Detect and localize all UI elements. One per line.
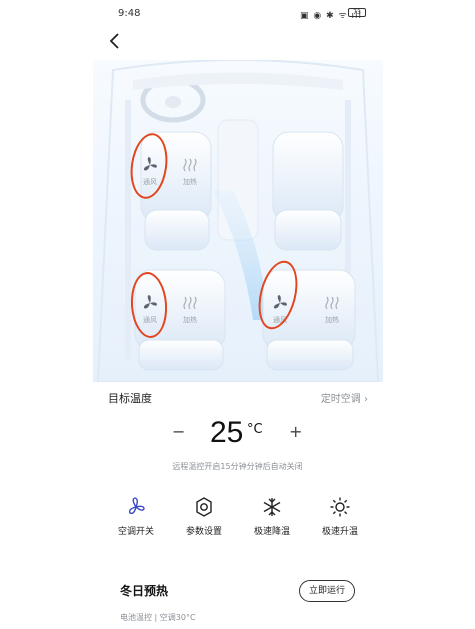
fan-icon: [143, 295, 157, 309]
rear-right-seat-controls: 通风 加热: [266, 293, 346, 325]
action-label: 极速升温: [321, 527, 358, 537]
action-label: 参数设置: [185, 527, 222, 537]
winter-preheat-subtitle: 电池温控 | 空调30°C: [120, 613, 196, 622]
sun-icon: [330, 497, 350, 517]
car-interior-view: 通风 加热 通风 加热 通风 加热: [93, 60, 383, 382]
front-left-seat-controls: 通风 加热: [136, 155, 204, 187]
heat-icon: [183, 296, 197, 310]
auto-off-hint: 远程温控开启15分钟分钟后自动关闭: [172, 462, 303, 471]
ventilation-label: 通风: [143, 316, 157, 324]
action-label: 极速降温: [253, 527, 290, 537]
fan-icon: [273, 295, 287, 309]
front-left-ventilation-button[interactable]: 通风: [136, 155, 164, 187]
scheduled-ac-link[interactable]: 定时空调 ›: [321, 390, 368, 405]
heating-label: 加热: [183, 316, 197, 324]
fan-icon: [128, 497, 145, 515]
ac-toggle-button[interactable]: 空调开关: [108, 496, 164, 544]
status-time: 9:48: [118, 8, 141, 19]
parameter-settings-button[interactable]: 参数设置: [176, 496, 232, 544]
rear-left-seat-controls: 通风 加热: [136, 293, 204, 325]
heating-label: 加热: [183, 178, 197, 186]
temperature-control: − 25 °C +: [160, 414, 310, 454]
car-interior-illustration: [96, 60, 380, 382]
rear-right-ventilation-button[interactable]: 通风: [266, 293, 294, 325]
settings-icon: [196, 497, 212, 517]
increase-temp-button[interactable]: +: [289, 422, 302, 441]
snowflake-icon: [263, 498, 281, 516]
temperature-value: 25: [210, 416, 244, 449]
ventilation-label: 通风: [143, 178, 157, 186]
target-temperature-label: 目标温度: [108, 392, 152, 405]
heat-icon: [183, 158, 197, 172]
heating-label: 加热: [325, 316, 339, 324]
rapid-heating-button[interactable]: 极速升温: [312, 496, 368, 544]
battery-icon: 73: [348, 8, 366, 17]
temperature-unit: °C: [247, 422, 263, 437]
quick-actions: 空调开关 参数设置 极速降温 极速升温: [108, 496, 368, 544]
status-bar: 9:48 ▣ ◉ ✱ ᯤ ıll 73: [0, 0, 475, 30]
back-button[interactable]: [108, 32, 128, 54]
rear-left-heating-button[interactable]: 加热: [176, 293, 204, 325]
decrease-temp-button[interactable]: −: [172, 422, 185, 441]
chevron-left-icon: [109, 33, 119, 49]
target-temperature-row: 目标温度 定时空调 ›: [108, 388, 368, 406]
run-now-button[interactable]: 立即运行: [299, 580, 355, 602]
action-label: 空调开关: [117, 527, 154, 537]
ventilation-label: 通风: [273, 316, 287, 324]
rear-left-ventilation-button[interactable]: 通风: [136, 293, 164, 325]
rear-right-heating-button[interactable]: 加热: [318, 293, 346, 325]
rapid-cooling-button[interactable]: 极速降温: [244, 496, 300, 544]
winter-preheat-title: 冬日预热: [120, 584, 169, 598]
front-left-heating-button[interactable]: 加热: [176, 155, 204, 187]
heat-icon: [325, 296, 339, 310]
fan-icon: [143, 157, 157, 171]
